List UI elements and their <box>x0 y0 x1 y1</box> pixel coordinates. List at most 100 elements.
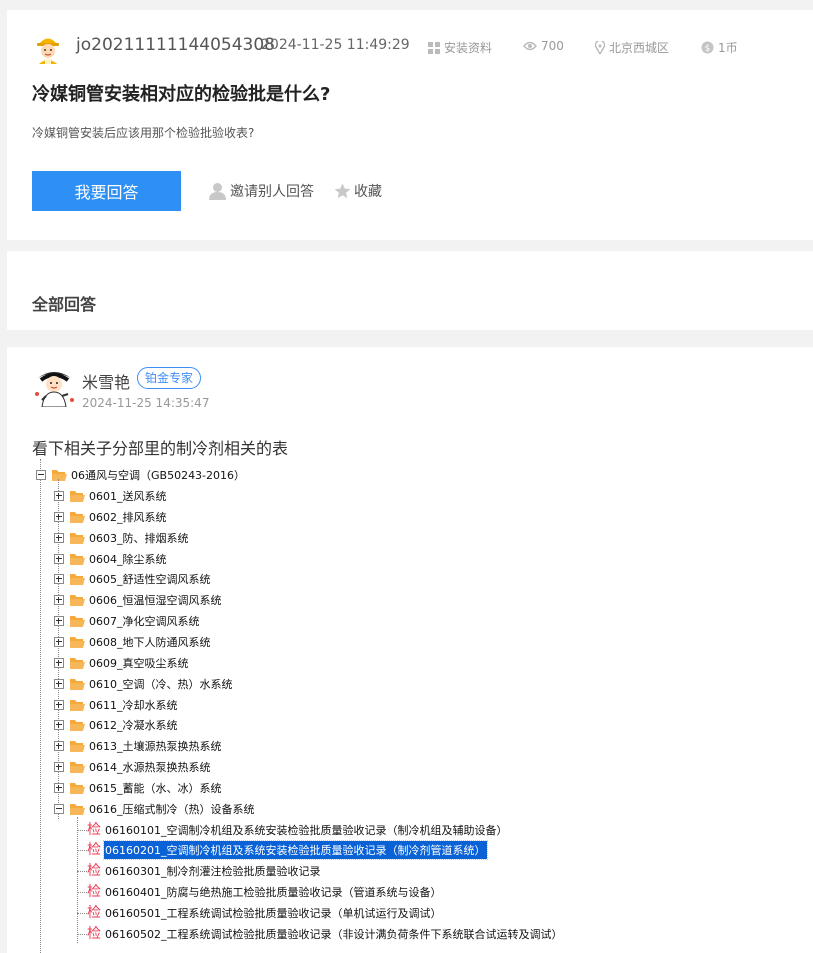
tree-node-0604[interactable]: 0604_除尘系统 <box>54 549 167 569</box>
tree-leaf-06160502[interactable]: 检 06160502_工程系统调试检验批质量验收记录（非设计满负荷条件下系统联合试… <box>87 924 564 944</box>
expand-toggle[interactable] <box>54 616 64 627</box>
views-meta: 700 <box>523 39 564 53</box>
tree-node-label: 0615_蓄能（水、冰）系统 <box>89 781 222 795</box>
tree-leaf-06160201[interactable]: 检 06160201_空调制冷机组及系统安装检验批质量验收记录（制冷剂管道系统） <box>87 840 488 861</box>
tree-node-label: 0602_排风系统 <box>89 510 167 524</box>
tree-leaf-label: 06160501_工程系统调试检验批质量验收记录（单机试运行及调试） <box>105 907 442 920</box>
tree-node-label: 0608_地下人防通风系统 <box>89 635 211 649</box>
tree-node-label: 0610_空调（冷、热）水系统 <box>89 677 233 691</box>
tree-leaf-06160401[interactable]: 检 06160401_防腐与绝热施工检验批质量验收记录（管道系统与设备） <box>87 882 443 902</box>
tree-leaf-06160501[interactable]: 检 06160501_工程系统调试检验批质量验收记录（单机试运行及调试） <box>87 903 443 923</box>
expand-toggle[interactable] <box>54 782 64 793</box>
tree-node-0606[interactable]: 0606_恒温恒湿空调风系统 <box>54 590 222 610</box>
collapse-toggle[interactable] <box>54 803 64 814</box>
tree-root-node[interactable]: 06通风与空调（GB50243-2016） <box>36 465 245 485</box>
folder-icon <box>70 782 85 794</box>
answer-card: 米雪艳 铂金专家 2024-11-25 14:35:47 看下相关子分部里的制冷… <box>7 347 813 953</box>
user-avatar-construction-worker[interactable] <box>33 32 63 64</box>
eye-icon <box>523 41 537 51</box>
expand-toggle[interactable] <box>54 574 64 585</box>
tree-node-0602[interactable]: 0602_排风系统 <box>54 507 167 527</box>
question-title: 冷媒铜管安装相对应的检验批是什么? <box>32 84 331 105</box>
tree-node-label: 0601_送风系统 <box>89 490 167 503</box>
folder-icon <box>70 741 85 753</box>
tree-node-label: 0613_土壤源热泵换热系统 <box>89 740 222 754</box>
invite-answer-button[interactable]: 邀请别人回答 <box>208 181 314 201</box>
folder-icon <box>70 532 85 544</box>
favorite-label: 收藏 <box>354 184 382 200</box>
tree-leaf-label: 06160502_工程系统调试检验批质量验收记录（非设计满负荷条件下系统联合试运… <box>105 927 563 941</box>
folder-icon <box>70 491 85 502</box>
expand-toggle[interactable] <box>54 491 64 501</box>
tree-node-0615[interactable]: 0615_蓄能（水、冰）系统 <box>54 778 222 798</box>
inspection-form-icon: 检 <box>87 905 101 921</box>
tree-node-0613[interactable]: 0613_土壤源热泵换热系统 <box>54 736 222 756</box>
grid-icon <box>428 41 440 54</box>
tree-node-0605[interactable]: 0605_舒适性空调风系统 <box>54 569 211 589</box>
tree-node-0609[interactable]: 0609_真空吸尘系统 <box>54 653 189 673</box>
folder-icon <box>70 762 85 774</box>
location-label: 北京西城区 <box>609 41 670 55</box>
tree-node-0608[interactable]: 0608_地下人防通风系统 <box>54 632 211 652</box>
category-label: 安装资料 <box>444 41 493 55</box>
inspection-form-icon: 检 <box>87 842 101 859</box>
svg-text:$: $ <box>705 44 711 54</box>
question-description: 冷媒铜管安装后应该用那个检验批验收表? <box>32 126 255 140</box>
tree-view-screenshot: 06通风与空调（GB50243-2016） 0601_送风系统 0602_排风系统 0… <box>7 347 813 953</box>
collapse-toggle[interactable] <box>36 470 46 480</box>
expand-toggle[interactable] <box>54 595 64 606</box>
inspection-form-icon: 检 <box>87 821 101 838</box>
location-meta: 北京西城区 <box>595 39 669 56</box>
tree-node-0607[interactable]: 0607_净化空调风系统 <box>54 611 200 631</box>
star-icon <box>334 183 351 199</box>
folder-icon <box>70 720 85 732</box>
tree-connector-line <box>77 817 78 943</box>
category-meta[interactable]: 安装资料 <box>428 39 492 56</box>
expand-toggle[interactable] <box>54 532 64 543</box>
tree-node-label: 0609_真空吸尘系统 <box>89 656 189 670</box>
reward-meta: $ 1币 <box>701 39 738 56</box>
tree-node-label: 06通风与空调（GB50243-2016） <box>71 469 246 482</box>
expand-toggle[interactable] <box>54 741 64 752</box>
folder-icon <box>70 678 85 690</box>
all-answers-section: 全部回答 <box>7 251 813 330</box>
answer-button[interactable]: 我要回答 <box>32 171 181 211</box>
location-pin-icon <box>595 41 605 54</box>
folder-icon <box>70 803 85 815</box>
tree-node-0611[interactable]: 0611_冷却水系统 <box>54 695 178 715</box>
tree-node-0610[interactable]: 0610_空调（冷、热）水系统 <box>54 674 233 694</box>
tree-node-0614[interactable]: 0614_水源热泵换热系统 <box>54 757 211 777</box>
tree-node-0601[interactable]: 0601_送风系统 <box>54 486 167 506</box>
question-card: jo20211111144054308 2024-11-25 11:49:29 … <box>7 10 813 240</box>
tree-node-label: 0614_水源热泵换热系统 <box>89 761 211 775</box>
expand-toggle[interactable] <box>54 553 64 564</box>
expand-toggle[interactable] <box>54 720 64 731</box>
user-icon <box>209 183 226 200</box>
expand-toggle[interactable] <box>54 699 64 710</box>
favorite-button[interactable]: 收藏 <box>334 181 382 201</box>
all-answers-title: 全部回答 <box>32 295 97 314</box>
tree-leaf-label: 06160201_空调制冷机组及系统安装检验批质量验收记录（制冷剂管道系统） <box>103 840 488 861</box>
coin-icon: $ <box>701 41 714 54</box>
question-time: 2024-11-25 11:49:29 <box>261 37 410 53</box>
tree-node-label: 0616_压缩式制冷（热）设备系统 <box>89 802 255 816</box>
tree-node-label: 0611_冷却水系统 <box>89 698 178 712</box>
tree-node-0616[interactable]: 0616_压缩式制冷（热）设备系统 <box>54 799 255 819</box>
expand-toggle[interactable] <box>54 657 64 668</box>
tree-node-0612[interactable]: 0612_冷凝水系统 <box>54 715 178 735</box>
expand-toggle[interactable] <box>54 678 64 689</box>
tree-leaf-06160301[interactable]: 检 06160301_制冷剂灌注检验批质量验收记录 <box>87 861 322 881</box>
tree-node-0603[interactable]: 0603_防、排烟系统 <box>54 528 189 548</box>
folder-icon <box>70 574 85 586</box>
reward-label: 1币 <box>718 41 738 55</box>
inspection-form-icon: 检 <box>87 863 101 880</box>
expand-toggle[interactable] <box>54 762 64 773</box>
tree-node-label: 0612_冷凝水系统 <box>89 719 178 733</box>
expand-toggle[interactable] <box>54 636 64 647</box>
question-username[interactable]: jo20211111144054308 <box>76 35 275 55</box>
folder-icon <box>70 553 85 565</box>
folder-icon <box>70 511 85 523</box>
tree-node-label: 0605_舒适性空调风系统 <box>89 573 211 587</box>
tree-leaf-06160101[interactable]: 检 06160101_空调制冷机组及系统安装检验批质量验收记录（制冷机组及辅助设备… <box>87 820 509 840</box>
expand-toggle[interactable] <box>54 511 64 522</box>
